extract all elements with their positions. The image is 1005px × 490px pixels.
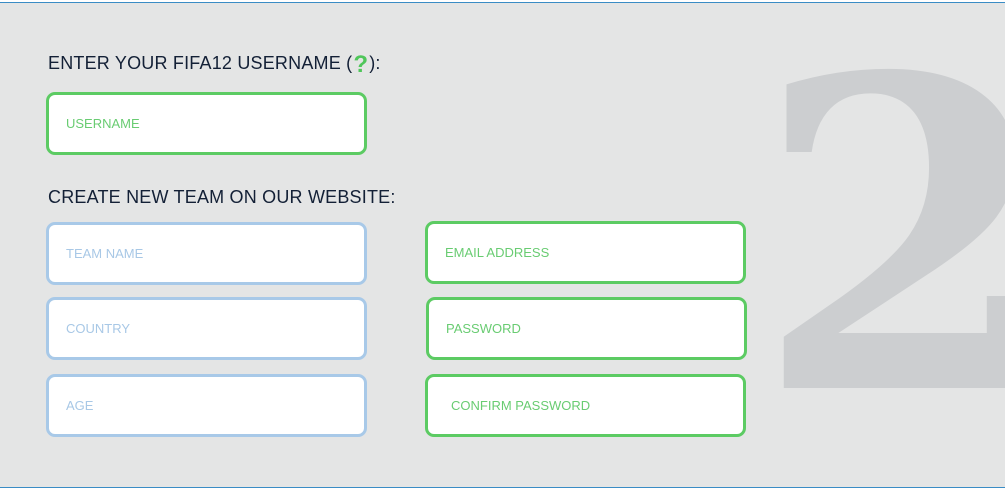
team-section-heading: CREATE NEW TEAM ON OUR WEBSITE: [48,187,396,207]
help-icon[interactable]: ? [353,51,368,79]
email-input[interactable] [425,221,746,284]
username-input[interactable] [46,92,367,155]
username-heading-prefix: ENTER YOUR FIFA12 USERNAME ( [48,53,353,73]
team-name-input[interactable] [46,222,367,285]
age-input[interactable] [46,374,367,437]
password-input[interactable] [426,297,747,360]
confirm-password-input[interactable] [425,374,746,437]
username-heading: ENTER YOUR FIFA12 USERNAME (?): [48,51,381,79]
signup-step-panel: 2 ENTER YOUR FIFA12 USERNAME (?): CREATE… [0,2,1005,488]
step-number: 2 [755,23,1005,453]
username-heading-suffix: ): [369,53,381,73]
country-input[interactable] [46,297,367,360]
